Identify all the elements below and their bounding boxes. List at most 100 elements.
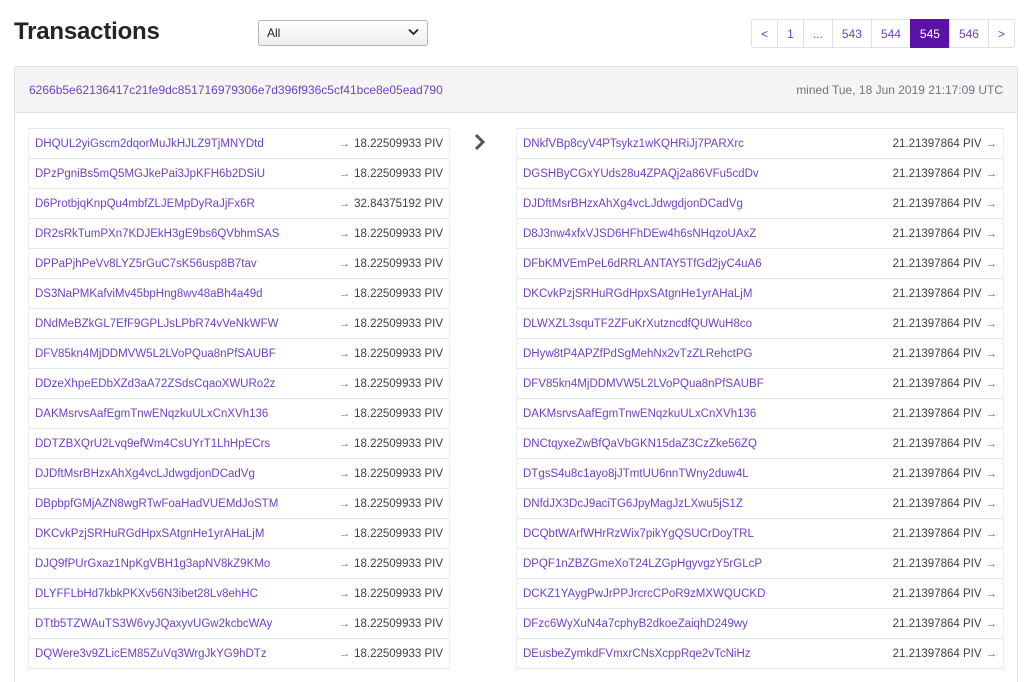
arrow-right-icon: → (338, 257, 351, 270)
arrow-right-icon: → (338, 437, 351, 450)
arrow-right-icon: → (338, 557, 351, 570)
page-button-545-active[interactable]: 545 (909, 19, 950, 48)
output-address-link[interactable]: DNkfVBp8cyV4PTsykz1wKQHRiJj7PARXrc (523, 138, 744, 150)
input-address-link[interactable]: DNdMeBZkGL7EfF9GPLJsLPbR74vVeNkWFW (35, 318, 279, 330)
input-amount-cell: → 18.22509933 PIV (339, 558, 443, 570)
output-row: D8J3nw4xfxVJSD6HFhDEw4h6sNHqzoUAxZ 21.213… (516, 219, 1004, 249)
arrow-right-icon: → (985, 617, 998, 630)
input-amount-cell: → 18.22509933 PIV (339, 588, 443, 600)
output-address-link[interactable]: DLWXZL3squTF2ZFuKrXutzncdfQUWuH8co (523, 318, 752, 330)
chevron-right-icon (474, 133, 486, 151)
output-amount: 21.21397864 PIV (892, 527, 982, 540)
output-address-link[interactable]: DNCtqyxeZwBfQaVbGKN15daZ3CzZke56ZQ (523, 438, 757, 450)
arrow-right-icon: → (338, 467, 351, 480)
page-first-button[interactable]: 1 (777, 19, 804, 48)
input-address-link[interactable]: D6ProtbjqKnpQu4mbfZLJEMpDyRaJjFx6R (35, 198, 255, 210)
transaction-filter-select[interactable]: All (258, 20, 428, 46)
input-amount-cell: → 18.22509933 PIV (339, 378, 443, 390)
input-address-link[interactable]: DPzPgniBs5mQ5MGJkePai3JpKFH6b2DSiU (35, 168, 265, 180)
input-amount-cell: → 18.22509933 PIV (339, 228, 443, 240)
output-address-link[interactable]: DAKMsrvsAafEgmTnwENqzkuULxCnXVh136 (523, 408, 756, 420)
page-ellipsis: ... (802, 19, 833, 48)
output-row: DFzc6WyXuN4a7cphyB2dkoeZaiqhD249wy 21.213… (516, 609, 1004, 639)
output-address-link[interactable]: DFzc6WyXuN4a7cphyB2dkoeZaiqhD249wy (523, 618, 748, 630)
transaction-header: 6266b5e62136417c21fe9dc851716979306e7d39… (15, 67, 1017, 113)
input-row: DAKMsrvsAafEgmTnwENqzkuULxCnXVh136 → 18.22… (28, 399, 450, 429)
output-address-link[interactable]: DHyw8tP4APZfPdSgMehNx2vTzZLRehctPG (523, 348, 752, 360)
output-amount-cell: 21.21397864 PIV → (893, 138, 997, 150)
output-row: DNCtqyxeZwBfQaVbGKN15daZ3CzZke56ZQ 21.213… (516, 429, 1004, 459)
input-address-link[interactable]: DBpbpfGMjAZN8wgRTwFoaHadVUEMdJoSTM (35, 498, 278, 510)
input-address-link[interactable]: DR2sRkTumPXn7KDJEkH3gE9bs6QVbhmSAS (35, 228, 279, 240)
output-address-link[interactable]: DTgsS4u8c1ayo8jJTmtUU6nnTWny2duw4L (523, 468, 749, 480)
input-amount: 18.22509933 PIV (354, 587, 443, 600)
page-next-button[interactable]: > (987, 19, 1015, 48)
input-row: DPPaPjhPeVv8LYZ5rGuC7sK56usp8B7tav → 18.22… (28, 249, 450, 279)
input-address-link[interactable]: DS3NaPMKafviMv45bpHng8wv48aBh4a49d (35, 288, 263, 300)
output-amount: 21.21397864 PIV (892, 347, 982, 360)
arrow-right-icon: → (338, 497, 351, 510)
input-row: DFV85kn4MjDDMVW5L2LVoPQua8nPfSAUBF → 18.22… (28, 339, 450, 369)
arrow-right-icon: → (338, 347, 351, 360)
output-amount: 21.21397864 PIV (892, 587, 982, 600)
input-address-link[interactable]: DAKMsrvsAafEgmTnwENqzkuULxCnXVh136 (35, 408, 268, 420)
input-amount-cell: → 18.22509933 PIV (339, 258, 443, 270)
output-amount-cell: 21.21397864 PIV → (893, 618, 997, 630)
input-address-link[interactable]: DTtb5TZWAuTS3W6vyJQaxyvUGw2kcbcWAy (35, 618, 272, 630)
input-row: DKCvkPzjSRHuRGdHpxSAtgnHe1yrAHaLjM → 18.22… (28, 519, 450, 549)
input-address-link[interactable]: DPPaPjhPeVv8LYZ5rGuC7sK56usp8B7tav (35, 258, 257, 270)
output-row: DAKMsrvsAafEgmTnwENqzkuULxCnXVh136 21.213… (516, 399, 1004, 429)
input-address-link[interactable]: DDzeXhpeEDbXZd3aA72ZSdsCqaoXWURo2z (35, 378, 275, 390)
output-amount-cell: 21.21397864 PIV → (893, 648, 997, 660)
output-amount-cell: 21.21397864 PIV → (893, 558, 997, 570)
transaction-hash-link[interactable]: 6266b5e62136417c21fe9dc851716979306e7d39… (29, 83, 443, 97)
page-button-544[interactable]: 544 (870, 19, 911, 48)
output-address-link[interactable]: DEusbeZymkdFVmxrCNsXcppRqe2vTcNiHz (523, 648, 751, 660)
arrow-right-icon: → (338, 527, 351, 540)
output-address-link[interactable]: DFbKMVEmPeL6dRRLANTAY5TfGd2jyC4uA6 (523, 258, 762, 270)
arrow-right-icon: → (985, 167, 998, 180)
arrow-right-icon: → (985, 347, 998, 360)
arrow-right-icon: → (338, 617, 351, 630)
output-address-link[interactable]: D8J3nw4xfxVJSD6HFhDEw4h6sNHqzoUAxZ (523, 228, 756, 240)
input-row: DJDftMsrBHzxAhXg4vcLJdwgdjonDCadVg → 18.22… (28, 459, 450, 489)
input-amount-cell: → 18.22509933 PIV (339, 168, 443, 180)
input-amount: 18.22509933 PIV (354, 137, 443, 150)
output-amount-cell: 21.21397864 PIV → (893, 348, 997, 360)
input-amount-cell: → 18.22509933 PIV (339, 528, 443, 540)
output-address-link[interactable]: DCKZ1YAygPwJrPPJrcrcCPoR9zMXWQUCKD (523, 588, 765, 600)
output-address-link[interactable]: DCQbtWArfWHrRzWix7pikYgQSUCrDoyTRL (523, 528, 754, 540)
arrow-right-icon: → (985, 437, 998, 450)
input-address-link[interactable]: DQWere3v9ZLicEM85ZuVq3WrgJkYG9hDTz (35, 648, 267, 660)
arrow-right-icon: → (338, 317, 351, 330)
output-address-link[interactable]: DFV85kn4MjDDMVW5L2LVoPQua8nPfSAUBF (523, 378, 764, 390)
arrow-right-icon: → (985, 497, 998, 510)
arrow-right-icon: → (338, 587, 351, 600)
input-row: DQWere3v9ZLicEM85ZuVq3WrgJkYG9hDTz → 18.22… (28, 639, 450, 669)
input-amount: 18.22509933 PIV (354, 557, 443, 570)
input-address-link[interactable]: DKCvkPzjSRHuRGdHpxSAtgnHe1yrAHaLjM (35, 528, 264, 540)
input-address-link[interactable]: DJQ9fPUrGxaz1NpKgVBH1g3apNV8kZ9KMo (35, 558, 270, 570)
output-amount-cell: 21.21397864 PIV → (893, 408, 997, 420)
page-prev-button[interactable]: < (751, 19, 779, 48)
input-address-link[interactable]: DHQUL2yiGscm2dqorMuJkHJLZ9TjMNYDtd (35, 138, 264, 150)
input-row: D6ProtbjqKnpQu4mbfZLJEMpDyRaJjFx6R → 32.84… (28, 189, 450, 219)
arrow-right-icon: → (985, 407, 998, 420)
arrow-right-icon: → (338, 137, 351, 150)
input-address-link[interactable]: DDTZBXQrU2Lvq9efWm4CsUYrT1LhHpECrs (35, 438, 270, 450)
input-address-link[interactable]: DJDftMsrBHzxAhXg4vcLJdwgdjonDCadVg (35, 468, 255, 480)
input-address-link[interactable]: DLYFFLbHd7kbkPKXv56N3ibet28Lv8ehHC (35, 588, 258, 600)
input-amount: 18.22509933 PIV (354, 407, 443, 420)
output-address-link[interactable]: DJDftMsrBHzxAhXg4vcLJdwgdjonDCadVg (523, 198, 743, 210)
input-row: DLYFFLbHd7kbkPKXv56N3ibet28Lv8ehHC → 18.22… (28, 579, 450, 609)
output-address-link[interactable]: DKCvkPzjSRHuRGdHpxSAtgnHe1yrAHaLjM (523, 288, 752, 300)
output-address-link[interactable]: DNfdJX3DcJ9aciTG6JpyMagJzLXwu5jS1Z (523, 498, 743, 510)
page-title: Transactions (14, 18, 160, 45)
page-button-546[interactable]: 546 (948, 19, 989, 48)
output-amount-cell: 21.21397864 PIV → (893, 288, 997, 300)
input-address-link[interactable]: DFV85kn4MjDDMVW5L2LVoPQua8nPfSAUBF (35, 348, 276, 360)
output-amount-cell: 21.21397864 PIV → (893, 198, 997, 210)
page-button-543[interactable]: 543 (831, 19, 872, 48)
output-address-link[interactable]: DPQF1nZBZGmeXoT24LZGpHgyvgzY5rGLcP (523, 558, 762, 570)
output-address-link[interactable]: DGSHByCGxYUds28u4ZPAQj2a86VFu5cdDv (523, 168, 759, 180)
